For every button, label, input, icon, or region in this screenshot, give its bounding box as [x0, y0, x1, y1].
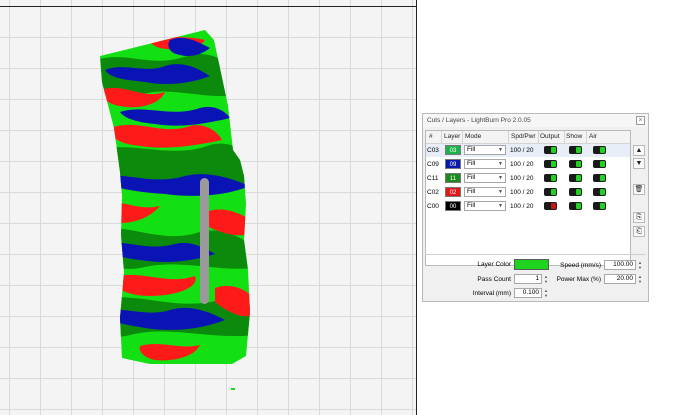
column-divider — [462, 131, 463, 143]
mode-dropdown[interactable]: Fill ▼ — [464, 145, 506, 155]
output-toggle[interactable] — [544, 146, 557, 154]
spd-pwr-value: 100 / 20 — [510, 175, 534, 182]
show-toggle[interactable] — [569, 160, 582, 168]
show-toggle[interactable] — [569, 202, 582, 210]
air-toggle[interactable] — [593, 174, 606, 182]
mode-dropdown[interactable]: Fill ▼ — [464, 187, 506, 197]
air-toggle[interactable] — [593, 202, 606, 210]
column-header-number[interactable]: # — [429, 133, 433, 140]
chevron-down-icon: ▼ — [498, 203, 503, 209]
speed-input[interactable]: 100.00 — [604, 260, 636, 270]
layer-id: C03 — [427, 147, 439, 154]
layer-id: C02 — [427, 189, 439, 196]
layer-id: C09 — [427, 161, 439, 168]
output-toggle[interactable] — [544, 160, 557, 168]
layer-color-swatch[interactable]: 11 — [445, 173, 461, 183]
column-divider — [508, 131, 509, 143]
column-divider — [564, 131, 565, 143]
mode-dropdown[interactable]: Fill ▼ — [464, 201, 506, 211]
column-divider — [441, 131, 442, 143]
origin-marker — [231, 388, 235, 390]
gray-handle-shape — [200, 178, 209, 304]
move-layer-down-button[interactable]: ▼ — [633, 158, 645, 169]
interval-input[interactable]: 0.100 — [514, 288, 542, 298]
pass-count-input[interactable]: 1 — [514, 274, 542, 284]
table-row[interactable]: C02 02 Fill ▼ 100 / 20 — [426, 186, 630, 199]
spd-pwr-value: 100 / 20 — [510, 189, 534, 196]
table-header: # Layer Mode Spd/Pwr Output Show Air — [426, 131, 630, 144]
spd-pwr-value: 100 / 20 — [510, 147, 534, 154]
show-toggle[interactable] — [569, 146, 582, 154]
air-toggle[interactable] — [593, 160, 606, 168]
speed-label: Speed (mm/s) — [560, 262, 601, 269]
layer-color-swatch[interactable]: 02 — [445, 187, 461, 197]
copy-layer-icon[interactable]: ⎘ — [633, 212, 645, 223]
air-toggle[interactable] — [593, 146, 606, 154]
layer-color-swatch[interactable]: 00 — [445, 201, 461, 211]
column-header-show[interactable]: Show — [566, 133, 582, 140]
power-max-stepper[interactable]: ▲ ▼ — [637, 274, 643, 284]
mode-dropdown[interactable]: Fill ▼ — [464, 173, 506, 183]
speed-stepper[interactable]: ▲ ▼ — [637, 260, 643, 270]
mode-value: Fill — [467, 174, 476, 181]
column-divider — [538, 131, 539, 143]
air-toggle[interactable] — [593, 188, 606, 196]
table-row[interactable]: C09 09 Fill ▼ 100 / 20 — [426, 158, 630, 171]
column-header-mode[interactable]: Mode — [465, 133, 481, 140]
interval-label: Interval (mm) — [472, 290, 511, 297]
layer-color-swatch[interactable]: 09 — [445, 159, 461, 169]
camo-pattern — [100, 30, 250, 364]
chevron-down-icon: ▼ — [498, 147, 503, 153]
table-row[interactable]: C00 00 Fill ▼ 100 / 20 — [426, 200, 630, 213]
cuts-layers-panel: Cuts / Layers - LightBurn Pro 2.0.05 × #… — [422, 113, 649, 302]
chevron-down-icon: ▼ — [498, 161, 503, 167]
mode-value: Fill — [467, 202, 476, 209]
spd-pwr-value: 100 / 20 — [510, 161, 534, 168]
show-toggle[interactable] — [569, 174, 582, 182]
move-layer-up-button[interactable]: ▲ — [633, 145, 645, 156]
layer-id: C11 — [427, 175, 439, 182]
chevron-down-icon: ▼ — [498, 175, 503, 181]
column-header-air[interactable]: Air — [589, 133, 597, 140]
output-toggle[interactable] — [544, 174, 557, 182]
interval-stepper[interactable]: ▲ ▼ — [543, 288, 549, 298]
show-toggle[interactable] — [569, 188, 582, 196]
table-row[interactable]: C11 11 Fill ▼ 100 / 20 — [426, 172, 630, 185]
close-icon[interactable]: × — [636, 116, 645, 125]
layer-color-label: Layer Color — [477, 261, 511, 268]
column-header-spd-pwr[interactable]: Spd/Pwr — [511, 133, 536, 140]
mode-value: Fill — [467, 160, 476, 167]
table-row[interactable]: C03 03 Fill ▼ 100 / 20 — [426, 144, 630, 157]
column-header-output[interactable]: Output — [540, 133, 560, 140]
layer-color-swatch[interactable]: 03 — [445, 145, 461, 155]
power-max-label: Power Max (%) — [556, 276, 601, 283]
mode-dropdown[interactable]: Fill ▼ — [464, 159, 506, 169]
mode-value: Fill — [467, 146, 476, 153]
spd-pwr-value: 100 / 20 — [510, 203, 534, 210]
chevron-down-icon: ▼ — [498, 189, 503, 195]
layer-properties: Layer Color Pass Count 1 ▲ ▼ Interval (mm… — [425, 254, 646, 301]
output-toggle[interactable] — [544, 188, 557, 196]
trash-icon[interactable]: 🗑 — [633, 184, 645, 195]
layer-id: C00 — [427, 203, 439, 210]
pass-count-label: Pass Count — [477, 276, 511, 283]
mode-value: Fill — [467, 188, 476, 195]
column-divider — [586, 131, 587, 143]
paste-layer-icon[interactable]: ⎗ — [633, 226, 645, 237]
panel-titlebar[interactable]: Cuts / Layers - LightBurn Pro 2.0.05 × — [423, 114, 648, 127]
output-toggle[interactable] — [544, 202, 557, 210]
layer-table: # Layer Mode Spd/Pwr Output Show Air C03… — [425, 130, 631, 266]
layer-color-button[interactable] — [514, 259, 549, 270]
power-max-input[interactable]: 20.00 — [604, 274, 636, 284]
column-header-layer[interactable]: Layer — [444, 133, 460, 140]
panel-title: Cuts / Layers - LightBurn Pro 2.0.05 — [427, 117, 531, 124]
